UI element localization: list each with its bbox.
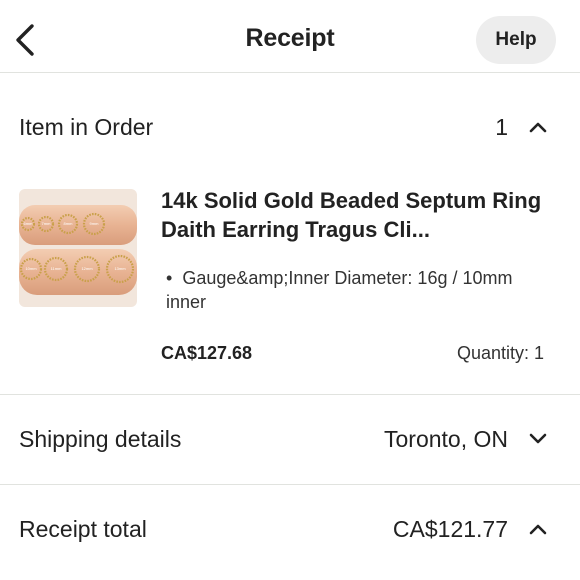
svg-text:13mm: 13mm — [114, 266, 126, 271]
svg-text:7mm: 7mm — [42, 221, 52, 226]
shipping-location: Toronto, ON — [384, 425, 508, 452]
divider — [0, 484, 580, 485]
svg-text:11mm: 11mm — [51, 266, 62, 271]
receipt-total-row[interactable]: Receipt total CA$121.77 — [0, 506, 580, 552]
product-price: CA$127.68 — [161, 343, 253, 363]
variation-text: Gauge&amp;Inner Diameter: 16g / 10mm inn… — [166, 268, 513, 312]
app-header: Receipt Help — [0, 0, 580, 73]
product-variation: • Gauge&amp;Inner Diameter: 16g / 10mm in… — [166, 266, 526, 314]
item-in-order-row[interactable]: Item in Order 1 — [0, 104, 580, 150]
order-item: 6mm 7mm 8mm 9mm 10mm 11mm 12mm 13mm 14k … — [0, 186, 580, 376]
item-in-order-label: Item in Order — [19, 113, 154, 140]
svg-text:8mm: 8mm — [64, 221, 74, 226]
product-image[interactable]: 6mm 7mm 8mm 9mm 10mm 11mm 12mm 13mm — [19, 189, 137, 307]
chevron-down-icon[interactable] — [526, 427, 550, 451]
chevron-up-icon[interactable] — [526, 517, 550, 541]
svg-text:9mm: 9mm — [90, 221, 100, 226]
shipping-details-label: Shipping details — [19, 425, 182, 452]
svg-text:10mm: 10mm — [25, 266, 37, 271]
product-title[interactable]: 14k Solid Gold Beaded Septum Ring Daith … — [161, 186, 561, 244]
svg-text:6mm: 6mm — [24, 221, 34, 226]
receipt-total-label: Receipt total — [19, 515, 147, 542]
svg-text:12mm: 12mm — [81, 266, 93, 271]
help-button[interactable]: Help — [476, 16, 556, 64]
receipt-total-value: CA$121.77 — [392, 515, 508, 542]
product-quantity: Quantity: 1 — [456, 343, 544, 363]
item-count: 1 — [495, 113, 508, 140]
bullet-icon: • — [166, 268, 173, 288]
chevron-up-icon[interactable] — [526, 115, 550, 139]
shipping-details-row[interactable]: Shipping details Toronto, ON — [0, 416, 580, 462]
divider — [0, 394, 580, 395]
